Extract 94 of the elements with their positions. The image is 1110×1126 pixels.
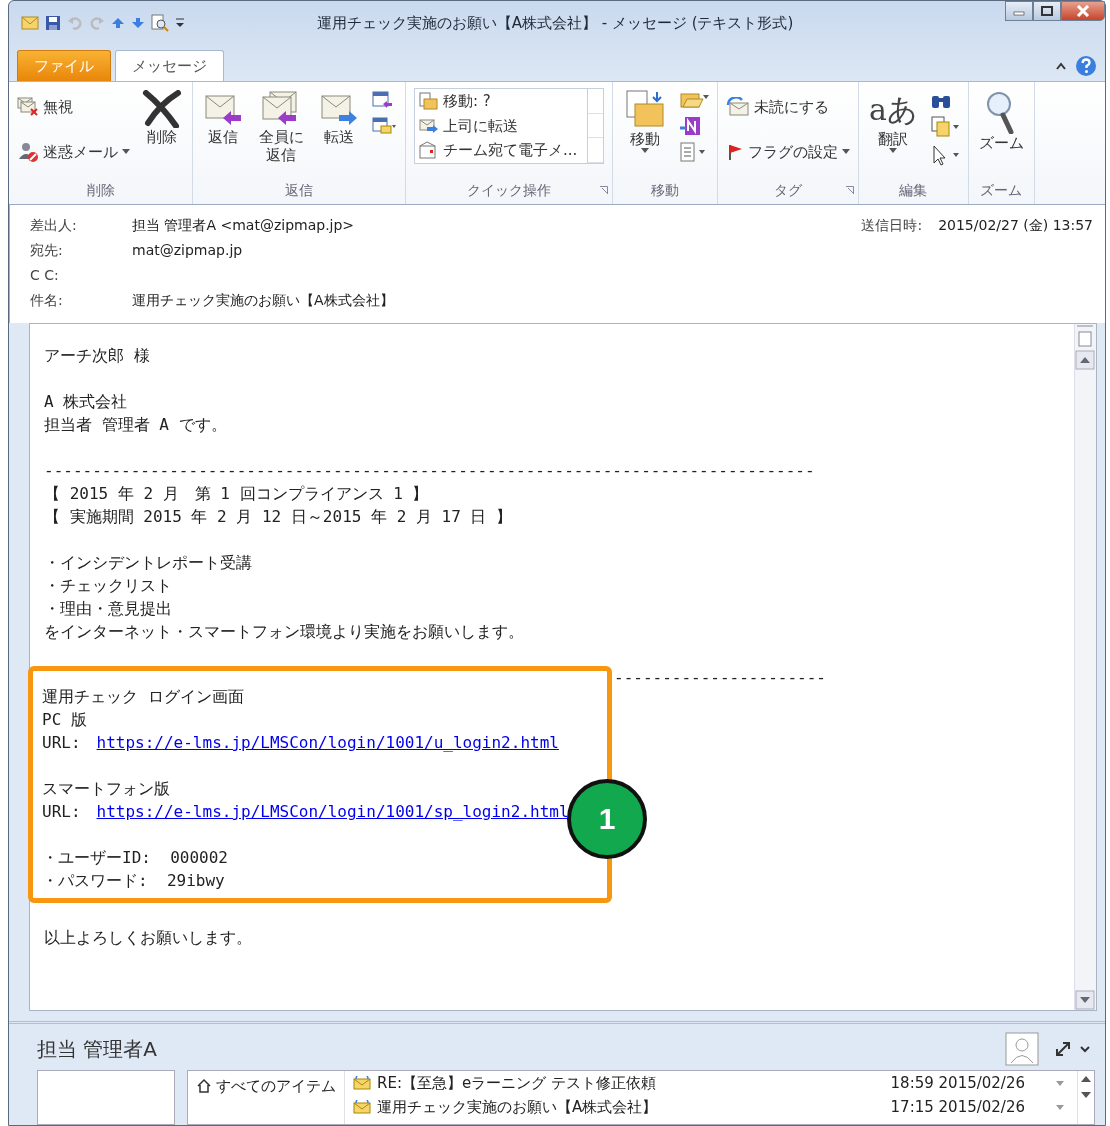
body-text: URL: bbox=[42, 801, 81, 823]
quick-step-item[interactable]: 移動: ? bbox=[415, 89, 587, 114]
folder-move-icon bbox=[419, 92, 439, 111]
window-title: 運用チェック実施のお願い【A株式会社】 - メッセージ (テキスト形式) bbox=[315, 12, 795, 34]
field-value: 担当 管理者A <mat@zipmap.jp> bbox=[132, 217, 355, 233]
contact-name: 担当 管理者A bbox=[37, 1036, 159, 1063]
flag-icon bbox=[726, 142, 744, 161]
body-text: ・理由・意見提出 bbox=[44, 599, 172, 618]
unread-mail-icon bbox=[726, 97, 750, 118]
scroll-down-icon[interactable] bbox=[1075, 990, 1096, 1010]
person-blocked-icon bbox=[17, 140, 39, 163]
close-button[interactable] bbox=[1061, 1, 1105, 21]
ribbon-button[interactable]: 移動 bbox=[621, 86, 669, 157]
ribbon-button[interactable]: 返信 bbox=[201, 86, 245, 150]
document-folder-icon bbox=[623, 90, 667, 130]
group-label: タグ bbox=[774, 182, 802, 198]
maximize-button[interactable] bbox=[1033, 1, 1061, 21]
ribbon-tab[interactable]: メッセージ bbox=[115, 49, 224, 81]
ribbon-button[interactable]: 削除 bbox=[140, 86, 184, 150]
body-text: ・パスワード: 29ibwy bbox=[42, 871, 225, 890]
dialog-launcher-icon[interactable] bbox=[846, 186, 854, 194]
field-label: 送信日時: bbox=[861, 217, 923, 233]
ribbon-button[interactable]: aあ 翻訳 bbox=[867, 86, 920, 157]
field-value: 運用チェック実施のお願い【A株式会社】 bbox=[132, 292, 394, 308]
field-label: C C: bbox=[30, 266, 60, 285]
body-text: 運用チェック ログイン画面 bbox=[42, 687, 244, 706]
collapse-ribbon-icon[interactable] bbox=[1055, 61, 1067, 71]
down-arrow-icon[interactable] bbox=[131, 17, 145, 29]
ribbon-button[interactable]: フラグの設定 bbox=[726, 136, 850, 167]
close-icon bbox=[1076, 5, 1090, 17]
delete-icon bbox=[142, 90, 182, 128]
expand-icon[interactable] bbox=[1055, 1041, 1071, 1057]
url-link[interactable]: https://e-lms.jp/LMSCon/login/1001/u_login2.html bbox=[96, 731, 559, 754]
group-label: ズーム bbox=[980, 182, 1023, 198]
field-value: mat@zipmap.jp bbox=[132, 242, 243, 258]
ribbon-button[interactable]: 転送 bbox=[317, 86, 361, 150]
ribbon-button[interactable]: ズーム bbox=[976, 86, 1026, 156]
message-time: 18:59 2015/02/26 bbox=[890, 1072, 1025, 1094]
body-text: ・ユーザーID: 000002 bbox=[42, 848, 228, 867]
body-text: 【 2015 年 2 月 第 1 回コンプライアンス 1 】 bbox=[44, 484, 429, 503]
dropdown-icon[interactable] bbox=[175, 16, 185, 30]
body-text: 担当者 管理者 A です。 bbox=[44, 415, 227, 434]
message-subject[interactable]: RE:【至急】eラーニング テスト修正依頼 bbox=[377, 1071, 885, 1095]
field-label: 件名: bbox=[30, 291, 64, 310]
separator-line: ---------------------- bbox=[614, 668, 826, 687]
field-label: 差出人: bbox=[30, 216, 78, 235]
message-time: 17:15 2015/02/26 bbox=[890, 1096, 1025, 1118]
maximize-icon bbox=[1041, 6, 1053, 16]
group-label: 削除 bbox=[86, 182, 115, 198]
body-text: 【 実施期間 2015 年 2 月 12 日～2015 年 2 月 17 日 】 bbox=[44, 507, 513, 526]
envelope-icon bbox=[353, 1100, 371, 1114]
group-label: 移動 bbox=[651, 182, 679, 198]
quick-steps-gallery[interactable]: 移動: ? 上司に転送 チーム宛て電子メ... bbox=[414, 88, 604, 164]
save-icon[interactable] bbox=[45, 15, 61, 31]
url-link[interactable]: https://e-lms.jp/LMSCon/login/1001/sp_login2.html bbox=[96, 800, 569, 823]
field-label: 宛先: bbox=[30, 241, 64, 260]
calendar-mail-icon[interactable] bbox=[371, 116, 397, 136]
forward-mail-icon bbox=[419, 116, 439, 135]
ribbon-button[interactable]: 迷惑メール bbox=[17, 136, 130, 167]
body-text: アーチ次郎 様 bbox=[44, 346, 150, 365]
team-mail-icon bbox=[419, 141, 439, 160]
quick-step-item[interactable]: 上司に転送 bbox=[415, 113, 587, 138]
house-icon bbox=[196, 1078, 212, 1095]
body-text: ・インシデントレポート受講 bbox=[44, 553, 252, 572]
magnifier-page-icon[interactable] bbox=[151, 14, 169, 32]
envelope-stack-icon bbox=[17, 97, 39, 118]
body-text: ・チェックリスト bbox=[44, 576, 172, 595]
group-label: 返信 bbox=[285, 182, 313, 198]
body-text: 以上よろしくお願いします。 bbox=[44, 928, 252, 947]
quick-step-item[interactable]: チーム宛て電子メ... bbox=[415, 138, 587, 163]
ribbon-button[interactable]: 全員に返信 bbox=[255, 86, 307, 168]
dialog-launcher-icon[interactable] bbox=[600, 186, 608, 194]
body-text: URL: bbox=[42, 732, 81, 754]
documents-icon[interactable] bbox=[929, 116, 960, 138]
up-arrow-icon[interactable] bbox=[111, 17, 125, 29]
filter-item[interactable]: すべてのアイテム bbox=[196, 1075, 336, 1098]
body-text: をインターネット・スマートフォン環境より実施をお願いします。 bbox=[44, 622, 524, 641]
message-subject[interactable]: 運用チェック実施のお願い【A株式会社】 bbox=[377, 1095, 885, 1119]
separator-line: -------------------------------------------------------------------------------- bbox=[44, 461, 815, 480]
chevron-down-icon[interactable] bbox=[1079, 1044, 1091, 1054]
body-text: A 株式会社 bbox=[44, 392, 128, 411]
group-label: クイック操作 bbox=[467, 182, 551, 198]
body-text: スマートフォン版 bbox=[42, 779, 170, 798]
number-marker: 1 bbox=[567, 779, 647, 859]
group-label: 編集 bbox=[899, 182, 928, 198]
envelope-icon bbox=[21, 16, 39, 30]
ribbon-button[interactable]: 無視 bbox=[17, 92, 130, 123]
scroll-up-icon[interactable] bbox=[1075, 350, 1096, 370]
field-value: 2015/02/27 (金) 13:57 bbox=[938, 217, 1093, 233]
envelope-icon bbox=[353, 1076, 371, 1090]
body-text: PC 版 bbox=[42, 710, 87, 729]
open-folder-icon[interactable] bbox=[679, 90, 709, 110]
ribbon-button[interactable]: 未読にする bbox=[726, 92, 850, 123]
help-icon[interactable] bbox=[1075, 55, 1097, 77]
